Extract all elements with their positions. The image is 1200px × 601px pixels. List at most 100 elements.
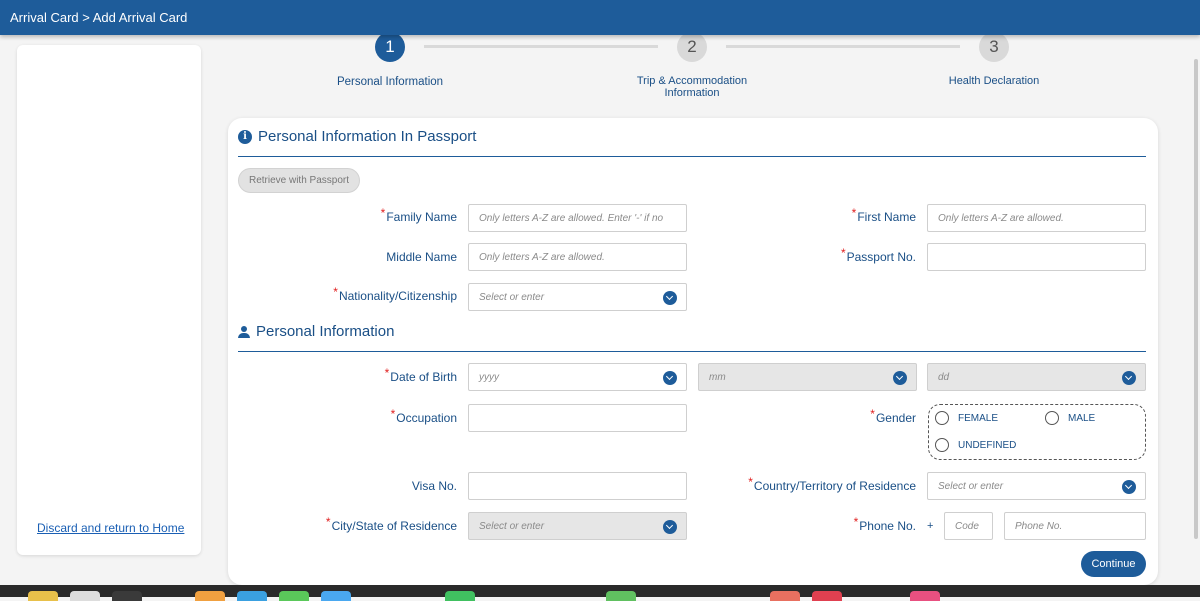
top-bar: Arrival Card > Add Arrival Card xyxy=(0,0,1200,35)
retrieve-with-passport-button[interactable]: Retrieve with Passport xyxy=(238,168,360,193)
dock-app-icon[interactable] xyxy=(321,591,351,601)
passport-no-label-text: Passport No. xyxy=(846,250,916,264)
required-asterisk: * xyxy=(333,285,338,299)
chevron-down-icon xyxy=(893,371,907,385)
family-name-label: *Family Name xyxy=(381,206,457,224)
first-name-label-text: First Name xyxy=(857,210,916,224)
phone-number-input[interactable]: Phone No. xyxy=(1004,512,1146,540)
required-asterisk: * xyxy=(840,246,846,260)
radio-button[interactable] xyxy=(935,438,949,452)
step-3-circle[interactable]: 3 xyxy=(979,32,1009,62)
dob-year-placeholder: yyyy xyxy=(479,372,499,383)
chevron-down-icon xyxy=(1122,480,1136,494)
chevron-down-icon xyxy=(663,520,677,534)
country-residence-placeholder: Select or enter xyxy=(938,481,1004,492)
gender-label: *Gender xyxy=(870,407,916,425)
required-asterisk: * xyxy=(851,206,857,220)
sidebar: Discard and return to Home xyxy=(17,45,201,555)
personal-section-title: Personal Information xyxy=(238,323,394,340)
visa-no-label: Visa No. xyxy=(411,479,457,493)
dock-app-icon[interactable] xyxy=(237,591,267,601)
radio-button[interactable] xyxy=(1045,411,1059,425)
country-residence-label-text: Country/Territory of Residence xyxy=(753,479,916,493)
step-3-label: Health Declaration xyxy=(948,75,1040,87)
chevron-down-icon xyxy=(1122,371,1136,385)
nationality-select[interactable]: Select or enter xyxy=(468,283,687,311)
radio-button[interactable] xyxy=(935,411,949,425)
personal-section-title-text: Personal Information xyxy=(256,323,395,340)
dob-label: *Date of Birth xyxy=(385,366,457,384)
progress-stepper: 1 2 3 Personal Information Trip & Accomm… xyxy=(228,32,1158,105)
nationality-label-text: Nationality/Citizenship xyxy=(338,289,457,303)
scrollbar-thumb[interactable] xyxy=(1194,59,1198,539)
section-divider xyxy=(238,351,1146,352)
gender-label-text: Gender xyxy=(875,411,916,425)
family-name-input[interactable]: Only letters A-Z are allowed. Enter '-' … xyxy=(468,204,687,232)
phone-label-text: Phone No. xyxy=(859,519,916,533)
middle-name-label: Middle Name xyxy=(386,250,457,264)
dock-app-icon[interactable] xyxy=(770,591,800,601)
occupation-input[interactable] xyxy=(468,404,687,432)
required-asterisk: * xyxy=(870,407,875,421)
passport-no-input[interactable] xyxy=(927,243,1146,271)
passport-section-title-text: Personal Information In Passport xyxy=(258,128,477,145)
first-name-label: *First Name xyxy=(852,206,916,224)
city-residence-placeholder: Select or enter xyxy=(479,521,545,532)
dock-app-icon[interactable] xyxy=(606,591,636,601)
step-2-label-line2: Information xyxy=(664,87,720,99)
first-name-input[interactable]: Only letters A-Z are allowed. xyxy=(927,204,1146,232)
breadcrumb: Arrival Card > Add Arrival Card xyxy=(10,10,188,25)
middle-name-input[interactable]: Only letters A-Z are allowed. xyxy=(468,243,687,271)
phone-label: *Phone No. xyxy=(854,515,916,533)
dock-app-icon[interactable] xyxy=(279,591,309,601)
gender-undefined-option[interactable]: UNDEFINED xyxy=(935,438,1016,452)
passport-no-label: *Passport No. xyxy=(841,246,916,264)
city-residence-label-text: City/State of Residence xyxy=(331,519,457,533)
step-2-label: Trip & Accommodation Information xyxy=(612,75,772,99)
step-connector-1 xyxy=(424,45,658,48)
dock-app-icon[interactable] xyxy=(70,591,100,601)
person-icon xyxy=(238,325,250,338)
required-asterisk: * xyxy=(853,515,859,529)
phone-plus-sign: + xyxy=(927,520,934,532)
dock-app-icon[interactable] xyxy=(910,591,940,601)
scrollbar[interactable] xyxy=(1192,35,1200,575)
continue-button[interactable]: Continue xyxy=(1081,551,1146,577)
required-asterisk: * xyxy=(325,515,331,529)
dob-year-select[interactable]: yyyy xyxy=(468,363,687,391)
city-residence-select[interactable]: Select or enter xyxy=(468,512,687,540)
dock-app-icon[interactable] xyxy=(195,591,225,601)
os-dock xyxy=(0,585,1200,601)
form-card: i Personal Information In Passport Retri… xyxy=(228,118,1158,585)
country-residence-select[interactable]: Select or enter xyxy=(927,472,1146,500)
required-asterisk: * xyxy=(748,475,753,489)
dob-day-select[interactable]: dd xyxy=(927,363,1146,391)
gender-radio-group: FEMALE MALE UNDEFINED xyxy=(928,404,1146,460)
step-2-label-line1: Trip & Accommodation xyxy=(636,75,748,87)
chevron-down-icon xyxy=(663,371,677,385)
dock-app-icon[interactable] xyxy=(28,591,58,601)
gender-female-option[interactable]: FEMALE xyxy=(935,411,998,425)
gender-female-label: FEMALE xyxy=(958,412,999,424)
gender-male-option[interactable]: MALE xyxy=(1045,411,1095,425)
dock-app-icon[interactable] xyxy=(445,591,475,601)
step-1-circle[interactable]: 1 xyxy=(375,32,405,62)
occupation-label: *Occupation xyxy=(391,407,457,425)
phone-code-input[interactable]: Code xyxy=(944,512,993,540)
step-2-circle[interactable]: 2 xyxy=(677,32,707,62)
required-asterisk: * xyxy=(380,206,386,220)
step-connector-2 xyxy=(726,45,960,48)
required-asterisk: * xyxy=(390,407,396,421)
nationality-label: *Nationality/Citizenship xyxy=(333,285,457,303)
dob-month-select[interactable]: mm xyxy=(698,363,917,391)
occupation-label-text: Occupation xyxy=(396,411,457,425)
dob-month-placeholder: mm xyxy=(709,372,726,383)
gender-male-label: MALE xyxy=(1068,412,1096,424)
dock-app-icon[interactable] xyxy=(812,591,842,601)
visa-no-input[interactable] xyxy=(468,472,687,500)
dob-day-placeholder: dd xyxy=(938,372,950,383)
chevron-down-icon xyxy=(663,291,677,305)
dock-app-icon[interactable] xyxy=(112,591,142,601)
discard-return-home-link[interactable]: Discard and return to Home xyxy=(37,521,184,535)
dob-label-text: Date of Birth xyxy=(390,370,457,384)
